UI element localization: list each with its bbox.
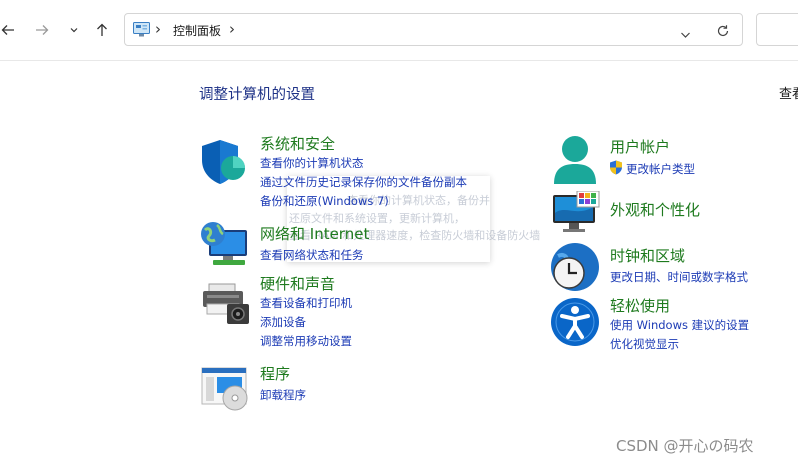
link-file-history[interactable]: 通过文件历史记录保存你的文件备份副本 (260, 174, 467, 190)
category-system-security[interactable]: 系统和安全 (260, 133, 335, 154)
up-button[interactable] (90, 18, 114, 42)
category-programs[interactable]: 程序 (260, 363, 290, 384)
recent-dropdown-icon (70, 28, 78, 33)
up-arrow-icon (97, 23, 107, 36)
address-dropdown-icon[interactable] (680, 25, 691, 44)
category-appearance[interactable]: 外观和个性化 (610, 199, 700, 220)
link-uninstall-program[interactable]: 卸载程序 (260, 387, 306, 403)
link-network-status[interactable]: 查看网络状态和任务 (260, 247, 364, 263)
breadcrumb-control-panel[interactable]: 控制面板 (173, 22, 221, 39)
control-panel-icon (133, 22, 150, 41)
link-mobility-settings[interactable]: 调整常用移动设置 (260, 333, 352, 349)
link-change-date-time-format[interactable]: 更改日期、时间或数字格式 (610, 269, 748, 285)
back-button[interactable] (0, 18, 20, 42)
accessibility-icon (550, 297, 600, 351)
monitor-personalize-icon (551, 190, 601, 239)
watermark: CSDN @开心の码农 (616, 437, 754, 455)
search-box[interactable] (756, 13, 798, 46)
link-add-device[interactable]: 添加设备 (260, 314, 306, 330)
shield-icon (200, 138, 248, 190)
forward-button[interactable] (30, 18, 54, 42)
toolbar-divider (0, 60, 798, 61)
network-globe-icon (199, 220, 249, 272)
printer-speaker-icon (201, 282, 251, 330)
breadcrumb-chevron-icon: › (155, 20, 161, 38)
recent-locations-button[interactable] (62, 18, 86, 42)
address-bar[interactable]: › 控制面板 › (124, 13, 743, 46)
breadcrumb-chevron-icon[interactable]: › (229, 20, 235, 38)
page-title: 调整计算机的设置 (199, 87, 315, 103)
category-network-internet[interactable]: 网络和 Internet (260, 223, 369, 244)
link-recommended-settings[interactable]: 使用 Windows 建议的设置 (610, 317, 749, 333)
link-view-computer-status[interactable]: 查看你的计算机状态 (260, 155, 364, 171)
refresh-icon[interactable] (716, 23, 730, 42)
link-change-account-type[interactable]: 更改帐户类型 (626, 161, 695, 177)
forward-arrow-icon (36, 25, 49, 35)
user-icon (551, 134, 599, 190)
back-arrow-icon (1, 25, 14, 35)
link-optimize-visual-display[interactable]: 优化视觉显示 (610, 336, 679, 352)
link-devices-printers[interactable]: 查看设备和打印机 (260, 295, 352, 311)
category-hardware-sound[interactable]: 硬件和声音 (260, 273, 335, 294)
category-user-accounts[interactable]: 用户帐户 (610, 136, 670, 157)
clock-globe-icon (550, 242, 600, 296)
programs-disc-icon (200, 366, 250, 416)
category-ease-of-access[interactable]: 轻松使用 (610, 295, 670, 316)
link-backup-restore[interactable]: 备份和还原(Windows 7) (260, 193, 389, 209)
uac-shield-icon (609, 160, 623, 179)
view-by-label: 查看 (779, 87, 798, 102)
category-clock-region[interactable]: 时钟和区域 (610, 245, 685, 266)
